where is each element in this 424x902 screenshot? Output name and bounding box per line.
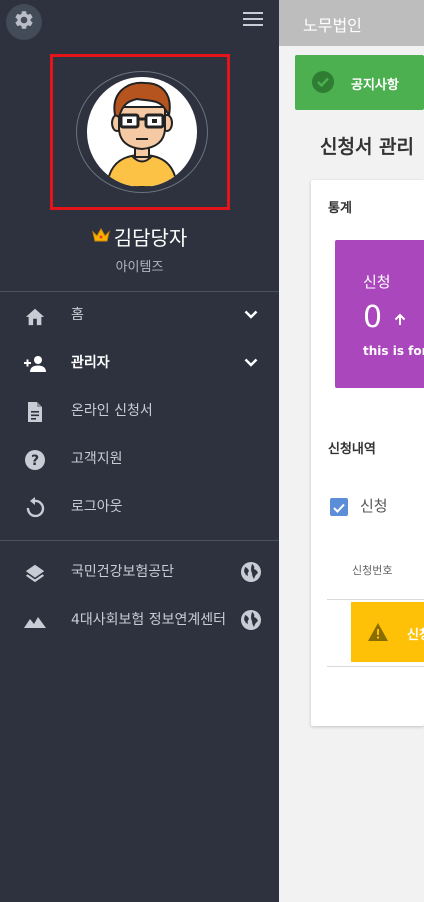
help-icon: ?	[23, 448, 47, 472]
warning-icon	[367, 622, 389, 642]
svg-text:?: ?	[31, 453, 39, 469]
chevron-down-icon[interactable]	[240, 352, 262, 374]
filter-checkbox[interactable]	[330, 498, 348, 516]
gear-icon	[13, 9, 35, 35]
nav-item-home[interactable]: 홈	[0, 292, 279, 338]
nav-label: 고객지원	[71, 451, 123, 467]
warning-text: 신청	[407, 628, 424, 643]
page-title: 신청서 관리	[320, 136, 415, 158]
notice-banner[interactable]: 공지사항	[295, 55, 424, 110]
link-label: 국민건강보험공단	[71, 564, 175, 580]
content-card: 통계 신청 0 this is for 신청내역 신청 신청번호 신청	[311, 180, 424, 726]
stat-card[interactable]: 신청 0 this is for	[335, 240, 424, 388]
layers-icon	[23, 561, 47, 585]
link-label: 4대사회보험 정보연계센터	[71, 612, 227, 628]
landscape-icon	[23, 609, 47, 633]
link-4insure-center[interactable]: 4대사회보험 정보연계센터	[0, 597, 279, 643]
stats-section-label: 통계	[328, 201, 352, 216]
avatar-highlight-frame	[50, 54, 230, 210]
header-title: 노무법인	[303, 16, 362, 35]
refresh-icon	[23, 496, 47, 520]
table-row-divider	[327, 666, 424, 667]
link-nhis[interactable]: 국민건강보험공단	[0, 549, 279, 595]
column-header-application-number[interactable]: 신청번호	[352, 562, 392, 578]
user-organization: 아이템즈	[115, 260, 164, 275]
crown-icon	[91, 227, 110, 246]
menu-toggle-button[interactable]	[242, 12, 264, 30]
stat-value: 0	[363, 300, 383, 335]
nav-label: 온라인 신청서	[71, 403, 153, 419]
stat-description: this is for	[363, 344, 424, 358]
table-header-divider	[327, 599, 424, 600]
user-name-row: 김담당자	[0, 222, 279, 251]
sidebar: 김담당자 아이템즈 홈 관리자 온라인 신청서 ? 고객지원 로그아웃 국민건강…	[0, 0, 279, 902]
avatar[interactable]	[76, 71, 208, 193]
nav-label: 로그아웃	[71, 499, 123, 515]
home-icon	[23, 304, 47, 328]
nav-item-admin[interactable]: 관리자	[0, 340, 279, 386]
user-name: 김담당자	[113, 226, 188, 250]
checkmark-icon	[333, 498, 345, 517]
filter-label[interactable]: 신청	[360, 495, 388, 516]
warning-alert: 신청	[351, 602, 424, 662]
history-section-label: 신청내역	[328, 442, 376, 457]
top-header: 노무법인	[279, 0, 424, 46]
nav-item-online-application[interactable]: 온라인 신청서	[0, 388, 279, 434]
notice-label: 공지사항	[351, 78, 399, 93]
nav-item-logout[interactable]: 로그아웃	[0, 484, 279, 530]
add-user-icon	[23, 352, 47, 376]
nav-label: 관리자	[71, 355, 110, 371]
globe-icon	[240, 609, 262, 631]
nav-item-support[interactable]: ? 고객지원	[0, 436, 279, 482]
sidebar-top-bar	[0, 0, 279, 46]
settings-button[interactable]	[6, 4, 42, 40]
document-icon	[23, 400, 47, 424]
check-circle-icon	[312, 71, 334, 93]
divider	[0, 540, 279, 541]
arrow-up-icon	[393, 312, 407, 326]
globe-icon	[240, 561, 262, 583]
avatar-image	[87, 77, 197, 187]
hamburger-icon	[243, 11, 263, 31]
chevron-down-icon[interactable]	[240, 304, 262, 326]
nav-label: 홈	[71, 307, 84, 323]
stat-title: 신청	[363, 273, 391, 291]
